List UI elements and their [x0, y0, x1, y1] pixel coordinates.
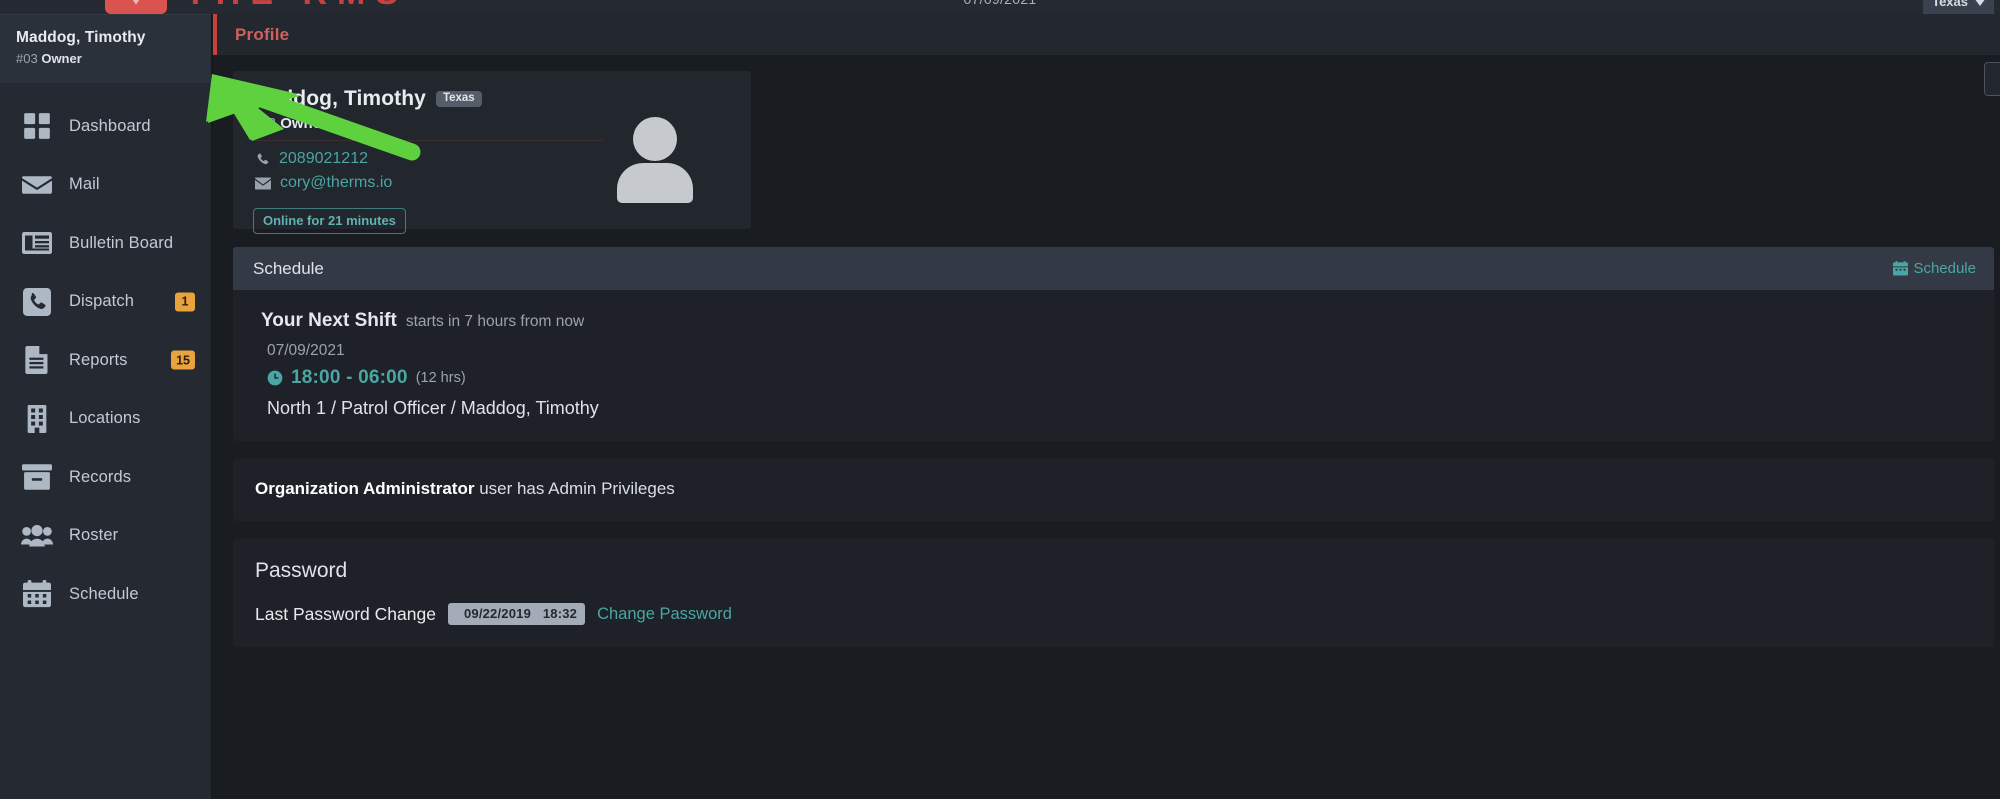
- profile-divider: [253, 140, 603, 141]
- sidebar-user-card[interactable]: Maddog, Timothy #03 Owner: [0, 14, 211, 83]
- sidebar-item-label: Dashboard: [69, 116, 151, 135]
- last-password-change-label: Last Password Change: [255, 603, 436, 624]
- last-password-change-timestamp: 09/22/2019 18:32: [447, 603, 586, 625]
- profile-phone-link[interactable]: 2089021212: [279, 150, 368, 168]
- status-badge: Online for 21 minutes: [253, 208, 406, 234]
- sidebar-item-dashboard[interactable]: Dashboard: [0, 97, 211, 156]
- people-icon: [19, 521, 54, 551]
- calendar-icon: [1893, 261, 1909, 276]
- profile-role: Owner: [280, 115, 327, 132]
- schedule-panel-body: Your Next Shift starts in 7 hours from n…: [233, 290, 1994, 441]
- next-shift-title: Your Next Shift: [261, 310, 397, 331]
- avatar[interactable]: [595, 89, 715, 209]
- change-password-link[interactable]: Change Password: [597, 605, 732, 624]
- schedule-panel-header: Schedule Schedule: [233, 247, 1994, 290]
- schedule-panel: Schedule Schedule Your Next Shift starts…: [233, 247, 1994, 441]
- sidebar-item-dispatch[interactable]: Dispatch 1: [0, 273, 211, 332]
- sidebar-user-id: #03: [16, 51, 38, 66]
- next-shift-time: 18:00 - 06:00: [291, 367, 408, 388]
- bulletin-board-icon: [19, 228, 54, 258]
- app-root: THE RMS 07/09/2021 Texas Maddog, Timothy…: [0, 0, 2000, 799]
- next-shift-date: 07/09/2021: [267, 342, 345, 359]
- mail-icon: [19, 170, 54, 200]
- sidebar-item-label: Schedule: [69, 584, 139, 603]
- schedule-link-label: Schedule: [1913, 260, 1976, 277]
- sidebar-item-locations[interactable]: Locations: [0, 390, 211, 449]
- admin-description: user has Admin Privileges: [479, 479, 675, 498]
- sidebar-item-reports[interactable]: Reports 15: [0, 331, 211, 390]
- profile-email-link[interactable]: cory@therms.io: [280, 174, 392, 192]
- dashboard-icon: [19, 111, 54, 141]
- content-area: Maddog, Timothy Texas #03 Owner 20890212…: [213, 71, 2000, 647]
- mail-icon: [255, 177, 271, 190]
- admin-privileges-panel: Organization Administrator user has Admi…: [233, 459, 1994, 521]
- avatar-body-shape: [617, 163, 693, 203]
- next-shift-subtitle: starts in 7 hours from now: [405, 313, 585, 330]
- admin-privileges-line: Organization Administrator user has Admi…: [255, 479, 1974, 499]
- sidebar-item-label: Mail: [69, 175, 100, 194]
- next-shift-heading: Your Next Shift starts in 7 hours from n…: [261, 310, 1974, 332]
- edge-panel-toggle[interactable]: [1984, 62, 2000, 96]
- sidebar-item-schedule[interactable]: Schedule: [0, 565, 211, 624]
- sidebar-item-label: Reports: [69, 350, 128, 369]
- last-password-change-time: 18:32: [542, 606, 578, 621]
- sidebar-item-mail[interactable]: Mail: [0, 156, 211, 215]
- sidebar-nav: Dashboard Mail Bulletin Board Dispatch 1…: [0, 83, 211, 624]
- sidebar-item-bulletin-board[interactable]: Bulletin Board: [0, 214, 211, 273]
- schedule-panel-title: Schedule: [253, 258, 324, 278]
- sidebar-item-label: Dispatch: [69, 292, 134, 311]
- sidebar-item-label: Locations: [69, 409, 141, 428]
- topbar-date: 07/09/2021: [0, 0, 2000, 7]
- next-shift-duration: (12 hrs): [415, 370, 466, 386]
- calendar-icon: [19, 579, 54, 609]
- sidebar-item-label: Bulletin Board: [69, 233, 174, 252]
- clock-icon: [267, 370, 283, 386]
- sidebar-badge-reports: 15: [171, 350, 195, 370]
- sidebar-user-role-label: Owner: [41, 51, 82, 66]
- document-icon: [19, 345, 54, 375]
- sidebar: Maddog, Timothy #03 Owner Dashboard Mail…: [0, 14, 212, 799]
- sidebar-badge-dispatch: 1: [175, 292, 195, 312]
- password-panel: Password Last Password Change 09/22/2019…: [233, 539, 1994, 647]
- sidebar-user-name: Maddog, Timothy: [16, 29, 146, 46]
- avatar-head-shape: [633, 117, 677, 161]
- sidebar-item-label: Records: [69, 467, 132, 486]
- building-icon: [19, 404, 54, 434]
- schedule-link[interactable]: Schedule: [1893, 260, 1976, 277]
- top-bar: THE RMS 07/09/2021 Texas: [0, 0, 2000, 14]
- profile-region-tag: Texas: [435, 90, 482, 108]
- sidebar-item-roster[interactable]: Roster: [0, 507, 211, 566]
- sidebar-item-records[interactable]: Records: [0, 448, 211, 507]
- region-selector-label: Texas: [1932, 0, 1968, 9]
- archive-box-icon: [19, 462, 54, 492]
- admin-role-label: Organization Administrator: [255, 479, 475, 498]
- page-title: Profile: [235, 24, 290, 44]
- password-panel-title: Password: [255, 559, 348, 582]
- profile-name: Maddog, Timothy: [251, 87, 426, 110]
- password-last-change-row: Last Password Change 09/22/2019 18:32 Ch…: [255, 603, 1974, 625]
- next-shift-assignment: North 1 / Patrol Officer / Maddog, Timot…: [267, 398, 599, 418]
- sidebar-user-role: #03 Owner: [16, 51, 195, 66]
- region-selector[interactable]: Texas: [1923, 0, 1994, 14]
- page-header: Profile: [213, 14, 2000, 55]
- phone-icon: [255, 152, 270, 167]
- last-password-change-date: 09/22/2019: [463, 606, 532, 621]
- sidebar-item-label: Roster: [69, 526, 119, 545]
- phone-icon: [19, 287, 54, 317]
- profile-id: #03: [251, 115, 277, 132]
- profile-card: Maddog, Timothy Texas #03 Owner 20890212…: [233, 71, 751, 234]
- next-shift-time-row: 18:00 - 06:00 (12 hrs): [267, 367, 1974, 389]
- chevron-down-icon: [1974, 0, 1986, 6]
- main-content: Profile Maddog, Timothy Texas #03 Owner: [213, 14, 2000, 799]
